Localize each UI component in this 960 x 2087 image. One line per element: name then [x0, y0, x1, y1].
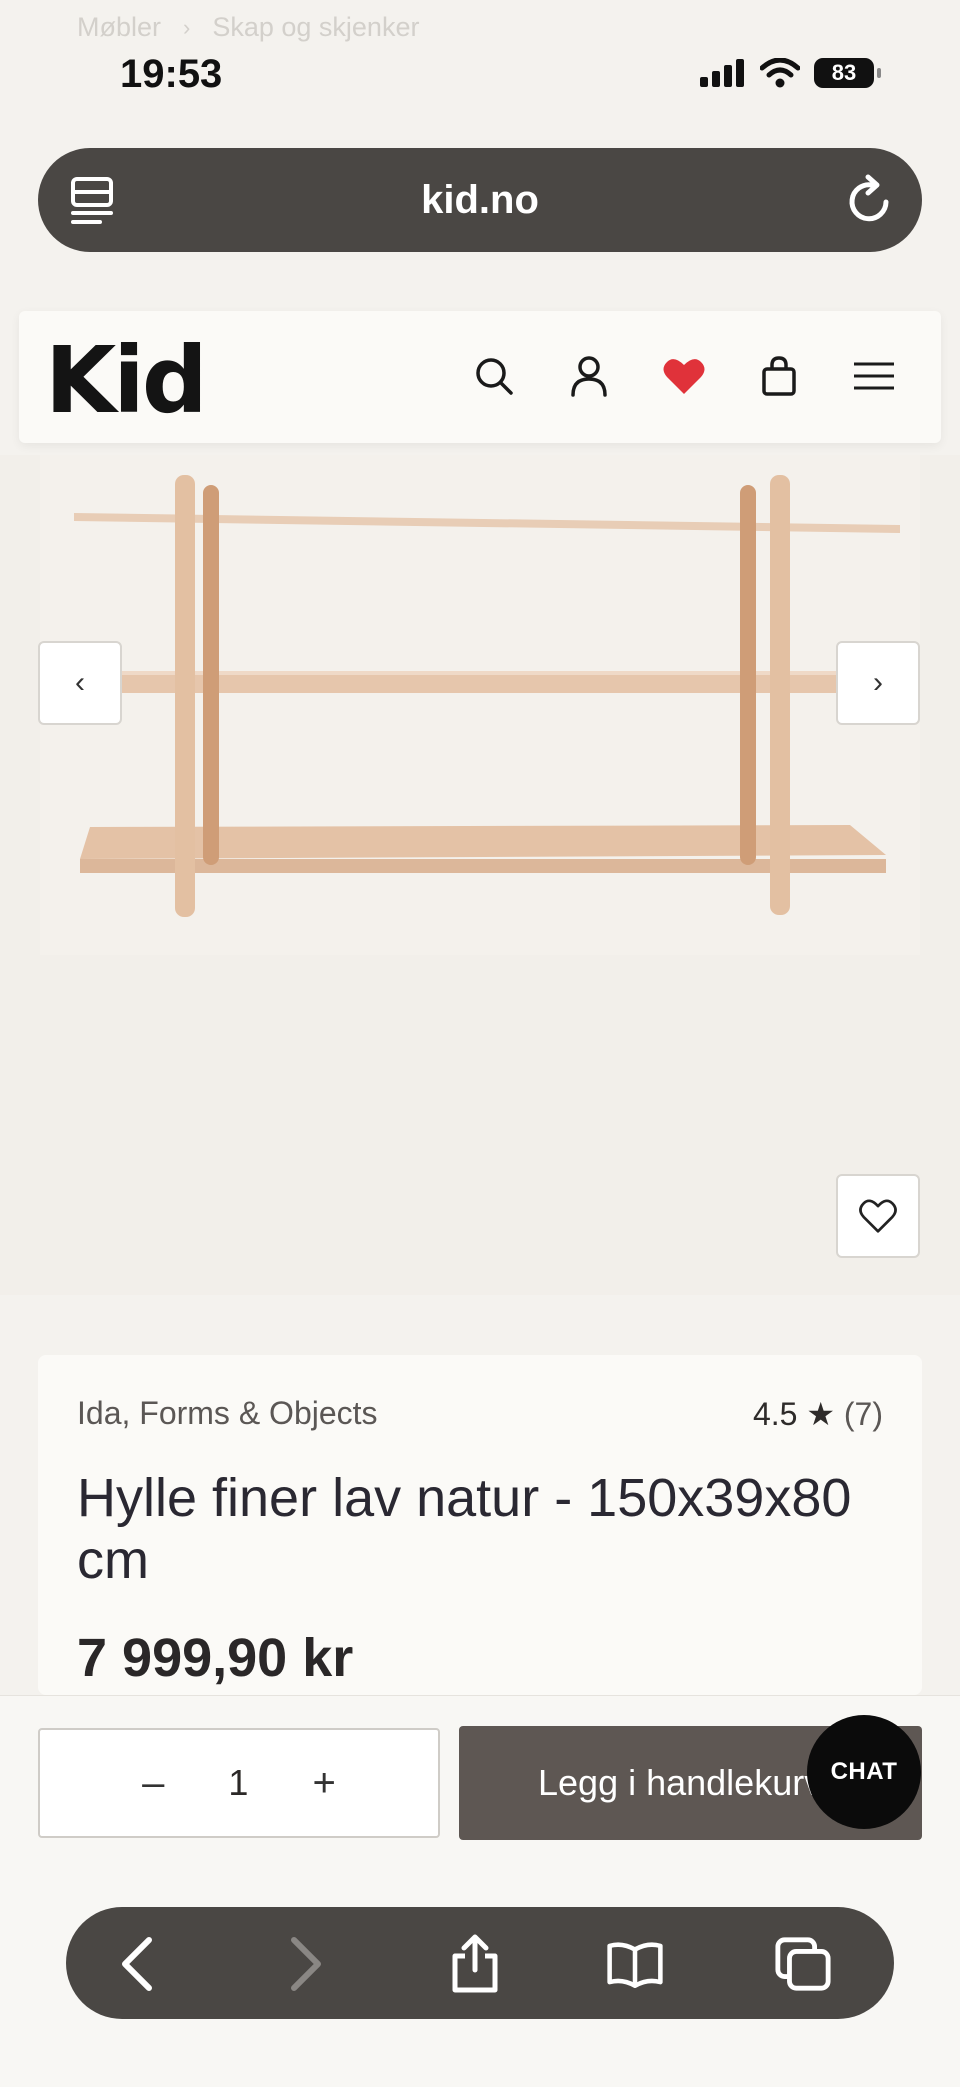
- chat-button[interactable]: CHAT: [807, 1715, 921, 1829]
- reload-icon[interactable]: [846, 174, 894, 231]
- breadcrumb: Møbler › Skap og skjenker: [77, 12, 419, 43]
- status-indicators: 83: [700, 58, 881, 88]
- breadcrumb-item-mobler[interactable]: Møbler: [77, 12, 161, 43]
- quantity-decrease-button[interactable]: –: [142, 1761, 164, 1806]
- add-to-wishlist-button[interactable]: [836, 1174, 920, 1258]
- quantity-value[interactable]: 1: [228, 1762, 248, 1804]
- product-brand[interactable]: Ida, Forms & Objects: [77, 1395, 378, 1432]
- rating-count: (7): [843, 1396, 883, 1432]
- url-text: kid.no: [421, 177, 539, 222]
- rating-value: 4.5 ★: [752, 1396, 835, 1432]
- quantity-increase-button[interactable]: +: [312, 1761, 335, 1806]
- battery-indicator: 83: [814, 58, 881, 88]
- page-menu-icon[interactable]: [70, 176, 116, 231]
- breadcrumb-separator: ›: [183, 14, 191, 40]
- share-icon[interactable]: [446, 1934, 504, 1993]
- product-image: [40, 455, 920, 955]
- quantity-stepper: – 1 +: [38, 1728, 440, 1838]
- search-icon[interactable]: [471, 353, 517, 399]
- bag-icon[interactable]: [756, 353, 802, 399]
- product-rating[interactable]: 4.5 ★ (7): [753, 1395, 883, 1433]
- forward-icon[interactable]: [277, 1935, 335, 1993]
- product-title: Hylle finer lav natur - 150x39x80 cm: [77, 1468, 852, 1590]
- gallery-next-button[interactable]: ›: [836, 641, 920, 725]
- breadcrumb-item-skap[interactable]: Skap og skjenker: [212, 12, 419, 43]
- page: Møbler › Skap og skjenker 19:53 83 kid.n…: [0, 0, 960, 2087]
- menu-icon[interactable]: [851, 353, 897, 399]
- status-time: 19:53: [120, 52, 223, 96]
- add-to-cart-label: Legg i handlekurv: [538, 1762, 823, 1803]
- product-price: 7 999,90 kr: [77, 1628, 354, 1688]
- wishlist-heart-icon[interactable]: [661, 353, 707, 399]
- signal-icon: [700, 59, 744, 87]
- purchase-bar: – 1 + Legg i handlekurv CHAT: [0, 1695, 960, 2087]
- product-info-card: Ida, Forms & Objects 4.5 ★ (7) Hylle fin…: [38, 1355, 922, 1695]
- bookmarks-icon[interactable]: [606, 1935, 664, 1993]
- browser-toolbar: [66, 1907, 894, 2019]
- heart-outline-icon: [859, 1199, 897, 1233]
- site-header: Kid: [19, 311, 941, 443]
- site-logo[interactable]: Kid: [45, 335, 208, 427]
- address-bar[interactable]: kid.no: [38, 148, 922, 252]
- gallery-prev-button[interactable]: ‹: [38, 641, 122, 725]
- wifi-icon: [760, 58, 800, 88]
- account-icon[interactable]: [566, 353, 612, 399]
- back-icon[interactable]: [108, 1935, 166, 1993]
- tabs-icon[interactable]: [774, 1935, 832, 1993]
- product-gallery[interactable]: ‹ ›: [0, 455, 960, 1295]
